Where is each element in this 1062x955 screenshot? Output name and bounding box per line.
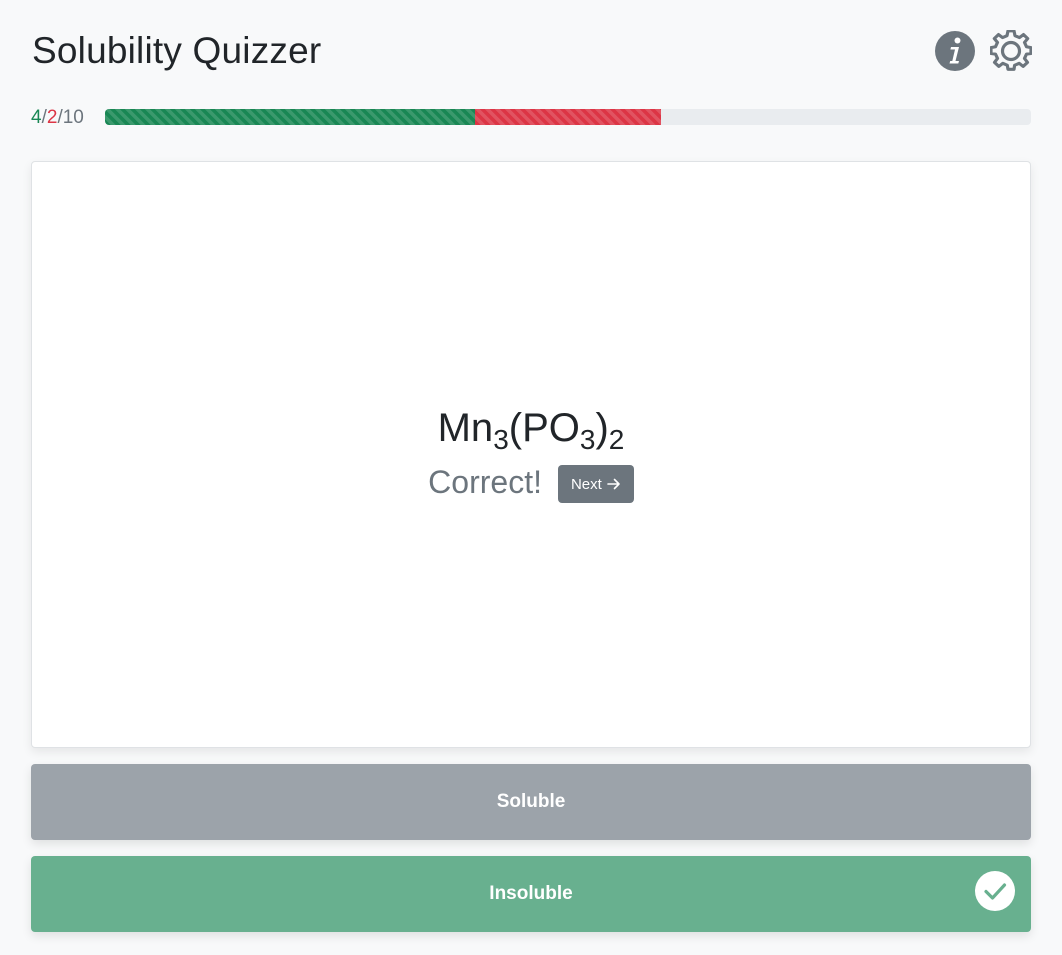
progress-correct-segment	[105, 109, 476, 125]
total-count: 10	[62, 107, 84, 128]
info-icon[interactable]	[934, 30, 976, 72]
feedback-row: Correct! Next	[32, 462, 1030, 503]
soluble-button[interactable]: Soluble	[31, 764, 1031, 840]
compound-formula: Mn3(PO3)2	[32, 406, 1030, 453]
question-card: Mn3(PO3)2 Correct! Next	[31, 161, 1031, 748]
formula-part: Mn	[437, 406, 494, 450]
next-label: Next	[570, 475, 602, 493]
wrong-count: 2	[46, 107, 58, 128]
page-title: Solubility Quizzer	[32, 30, 322, 71]
progress-bar	[105, 109, 1031, 125]
progress-wrong-segment	[475, 109, 661, 125]
gear-icon[interactable]	[989, 29, 1033, 72]
arrow-right-icon	[607, 478, 620, 490]
correct-count: 4	[31, 107, 42, 128]
check-circle-icon	[975, 871, 1015, 911]
soluble-label: Soluble	[496, 791, 566, 812]
next-button[interactable]: Next	[557, 465, 634, 503]
score-readout: 4/2/10	[31, 107, 84, 128]
progress-section: 4/2/10	[31, 106, 1031, 128]
formula-part: (PO	[508, 406, 580, 450]
app-header: Solubility Quizzer	[32, 28, 1033, 76]
formula-subscript: 2	[608, 423, 625, 455]
insoluble-label: Insoluble	[489, 883, 573, 904]
formula-part: )	[595, 406, 609, 450]
formula-subscript: 3	[579, 423, 596, 455]
insoluble-button[interactable]: Insoluble	[31, 856, 1031, 932]
formula-subscript: 3	[493, 423, 509, 455]
feedback-text: Correct!	[428, 463, 542, 500]
